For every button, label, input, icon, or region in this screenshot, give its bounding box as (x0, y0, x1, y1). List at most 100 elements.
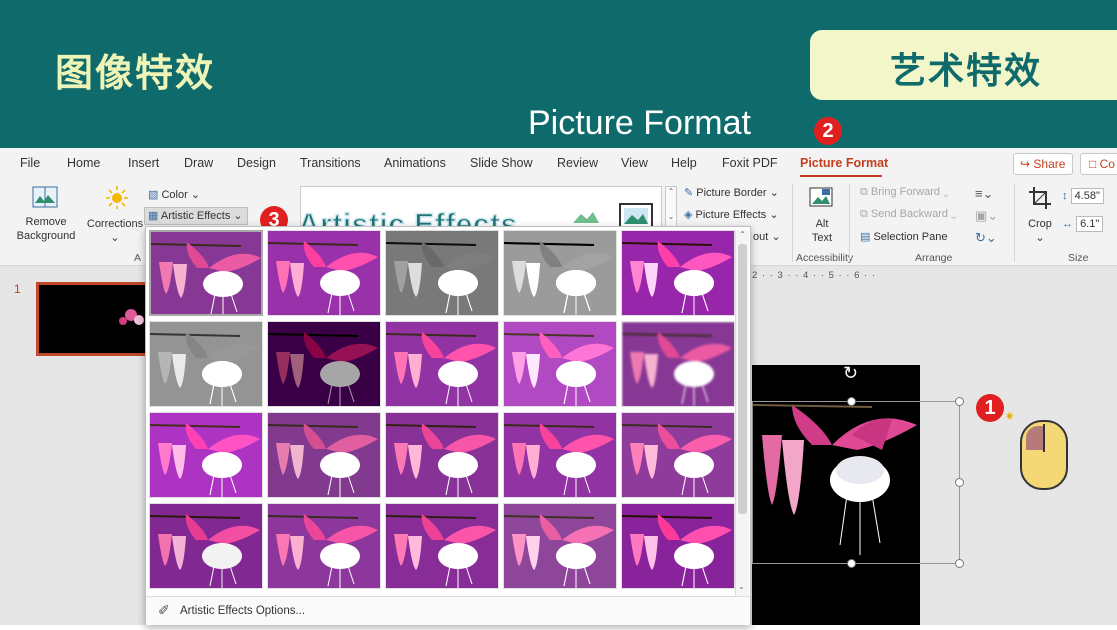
send-backward-label: Send Backward (870, 208, 948, 220)
remove-background-button[interactable]: Remove Background (10, 215, 82, 243)
resize-handle-bottom[interactable] (847, 559, 856, 568)
artistic-effect-texturizer[interactable] (267, 503, 381, 589)
picture-effects-icon: ◈ (684, 209, 693, 221)
artistic-effect-pencil-grayscale[interactable] (385, 230, 499, 316)
fuchsia-thumbnail-image (622, 322, 734, 406)
color-icon: ▧ (148, 189, 159, 201)
artistic-effect-pastels-smooth[interactable] (503, 503, 617, 589)
tab-view[interactable]: View (621, 156, 648, 170)
fuchsia-thumbnail-image (622, 231, 734, 315)
tab-insert[interactable]: Insert (128, 156, 159, 170)
picture-effects-button[interactable]: ◈ Picture Effects ⌄ (684, 208, 779, 221)
tab-review[interactable]: Review (557, 156, 598, 170)
crop-icon (1029, 187, 1051, 209)
alt-text-icon (809, 187, 833, 207)
share-label: Share (1033, 157, 1066, 171)
resize-handle-bottom-right[interactable] (955, 559, 964, 568)
fuchsia-thumbnail-image (151, 232, 261, 314)
send-backward-button[interactable]: ⧉ Send Backward ⌄ (860, 208, 956, 221)
accessibility-group-label: Accessibility (796, 252, 854, 264)
artistic-effect-marker[interactable] (267, 230, 381, 316)
tab-picture-format[interactable]: Picture Format (800, 156, 888, 170)
crop-button[interactable]: Crop ⌄ (1022, 217, 1058, 245)
fuchsia-thumbnail-image (268, 413, 380, 497)
align-icon[interactable]: ≡⌄ (975, 186, 993, 202)
tab-file[interactable]: File (20, 156, 40, 170)
artistic-effect-none[interactable] (149, 230, 263, 316)
width-field[interactable]: ↔ 6.1" (1062, 216, 1104, 232)
fuchsia-thumbnail-image (386, 231, 498, 315)
comment-icon: □ (1089, 157, 1097, 171)
tab-foxit-pdf[interactable]: Foxit PDF (722, 156, 778, 170)
alt-text-label-2: Text (811, 232, 833, 244)
artistic-effect-plastic-wrap[interactable] (621, 503, 735, 589)
resize-handle-top[interactable] (847, 397, 856, 406)
artistic-effect-film-grain[interactable] (385, 412, 499, 498)
tab-transitions[interactable]: Transitions (300, 156, 361, 170)
picture-effects-label: Picture Effects (695, 209, 767, 221)
artistic-effect-paint-brush[interactable] (385, 321, 499, 407)
bring-forward-button[interactable]: ⧉ Bring Forward ⌄ (860, 186, 948, 199)
fuchsia-thumbnail-image (622, 413, 734, 497)
bring-forward-label: Bring Forward (870, 186, 940, 198)
resize-handle-top-right[interactable] (955, 397, 964, 406)
artistic-effect-glow-diffused[interactable] (503, 321, 617, 407)
picture-border-button[interactable]: ✎ Picture Border ⌄ (684, 186, 779, 199)
group-separator (1014, 184, 1015, 262)
height-value: 4.58" (1070, 188, 1104, 204)
tab-slide-show[interactable]: Slide Show (470, 156, 533, 170)
comments-button[interactable]: □ Co (1080, 153, 1117, 175)
artistic-effects-button[interactable]: ▦ Artistic Effects ⌄ (144, 207, 248, 225)
height-field[interactable]: ↕ 4.58" (1062, 188, 1104, 204)
artistic-effect-watercolor-sponge[interactable] (267, 412, 381, 498)
gallery-scrollbar[interactable]: ⌃ ⌄ (735, 230, 749, 596)
fuchsia-thumbnail-image (386, 504, 498, 588)
tab-design[interactable]: Design (237, 156, 276, 170)
artistic-effects-dropdown: ⌃ ⌄ ✐ Artistic Effects Options... (145, 226, 751, 625)
artistic-effect-mosaic-bubbles[interactable] (503, 412, 617, 498)
fuchsia-thumbnail-image (268, 504, 380, 588)
resize-handle-right[interactable] (955, 478, 964, 487)
picture-layout-button[interactable]: out ⌄ (753, 230, 781, 243)
tab-help[interactable]: Help (671, 156, 697, 170)
corrections-button[interactable]: Corrections ⌄ (84, 217, 146, 245)
chevron-up-icon: ⌃ (739, 230, 746, 239)
selection-pane-label: Selection Pane (873, 231, 948, 243)
corrections-label: Corrections (86, 218, 144, 230)
slide-thumbnail[interactable] (36, 282, 149, 356)
artistic-effect-crisscross-etching[interactable] (385, 503, 499, 589)
fuchsia-thumbnail-image (504, 231, 616, 315)
artistic-effect-paint-strokes[interactable] (267, 321, 381, 407)
artistic-effect-light-screen[interactable] (149, 412, 263, 498)
group-objects-icon[interactable]: ▣⌄ (975, 208, 998, 224)
fuchsia-thumbnail-image (268, 322, 380, 406)
artistic-effect-cement[interactable] (149, 503, 263, 589)
tab-draw[interactable]: Draw (184, 156, 213, 170)
artistic-effect-glass[interactable] (621, 412, 735, 498)
slide-thumbnail-pane: 1 (0, 266, 149, 625)
artistic-effect-blur[interactable] (621, 321, 735, 407)
artistic-effect-chalk-sketch[interactable] (149, 321, 263, 407)
rotate-icon[interactable]: ↻⌄ (975, 230, 997, 246)
picture-style-thumb-icon[interactable] (571, 205, 601, 225)
alt-text-button[interactable]: Alt Text (800, 217, 844, 245)
artistic-effect-line-drawing[interactable] (621, 230, 735, 316)
tab-home[interactable]: Home (67, 156, 100, 170)
artistic-effect-pencil-sketch[interactable] (503, 230, 617, 316)
gallery-scroll-thumb[interactable] (738, 244, 747, 514)
size-group-label: Size (1068, 252, 1089, 264)
artistic-effects-label: Artistic Effects (160, 210, 231, 222)
slide-number: 1 (14, 282, 21, 296)
fuchsia-thumbnail-image (622, 504, 734, 588)
share-button[interactable]: ↪ Share (1013, 153, 1073, 175)
selection-pane-button[interactable]: ▤ Selection Pane (860, 230, 947, 243)
color-button[interactable]: ▧ Color ⌄ (148, 188, 200, 201)
chevron-down-icon: ⌄ (110, 232, 120, 244)
ribbon-tabs: File Home Insert Draw Design Transitions… (0, 148, 1117, 178)
artistic-effects-options-item[interactable]: ✐ Artistic Effects Options... (146, 596, 750, 625)
fuchsia-thumbnail-image (386, 322, 498, 406)
artistic-effects-options-label: Artistic Effects Options... (180, 605, 306, 617)
tab-animations[interactable]: Animations (384, 156, 446, 170)
rotate-handle-icon[interactable]: ↻ (843, 363, 858, 384)
fuchsia-thumbnail-image (150, 322, 262, 406)
